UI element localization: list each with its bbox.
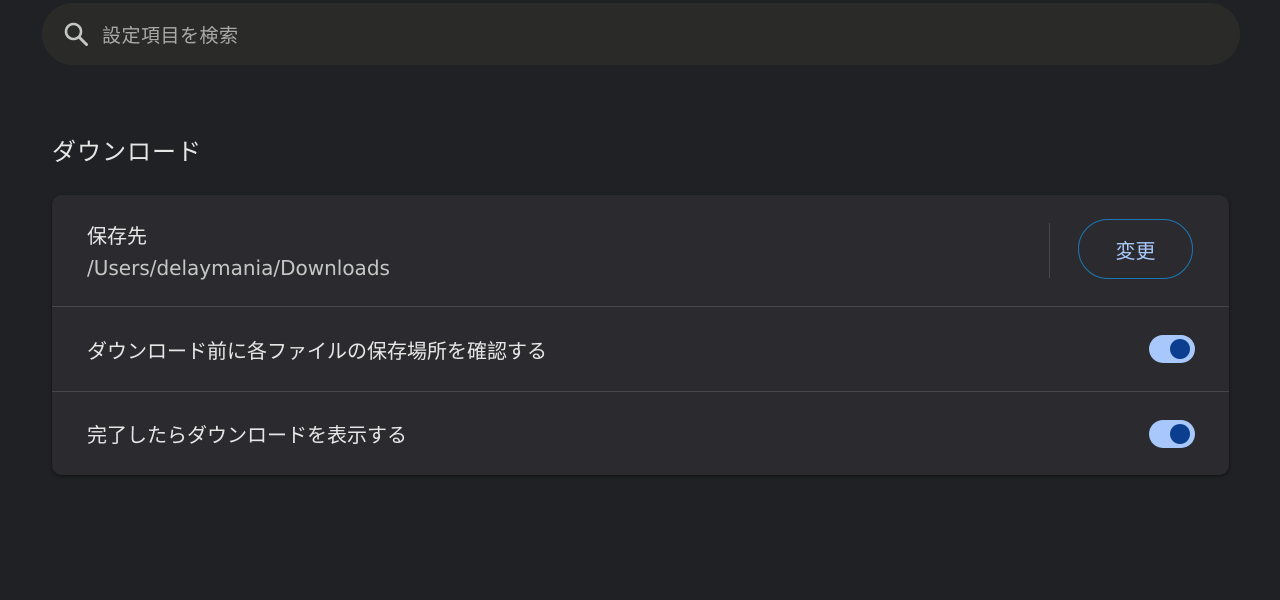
toggle-knob	[1170, 339, 1190, 359]
download-location-row: 保存先 /Users/delaymania/Downloads 変更	[52, 195, 1229, 306]
ask-location-label: ダウンロード前に各ファイルの保存場所を確認する	[87, 338, 547, 363]
ask-location-row[interactable]: ダウンロード前に各ファイルの保存場所を確認する	[52, 306, 1229, 391]
show-downloads-row[interactable]: 完了したらダウンロードを表示する	[52, 391, 1229, 475]
toggle-knob	[1170, 423, 1190, 444]
download-location-label: 保存先	[87, 224, 147, 248]
search-bar[interactable]: 設定項目を検索	[42, 3, 1240, 65]
vertical-divider	[1049, 223, 1050, 278]
search-icon	[62, 20, 90, 48]
ask-location-toggle[interactable]	[1149, 335, 1195, 363]
section-title: ダウンロード	[52, 138, 202, 166]
show-downloads-toggle[interactable]	[1149, 419, 1195, 448]
download-location-path: /Users/delaymania/Downloads	[87, 256, 390, 280]
settings-page: 設定項目を検索 ダウンロード 保存先 /Users/delaymania/Dow…	[0, 0, 1280, 600]
search-input[interactable]: 設定項目を検索	[102, 21, 239, 48]
show-downloads-label: 完了したらダウンロードを表示する	[87, 423, 407, 447]
change-location-button[interactable]: 変更	[1078, 219, 1193, 279]
downloads-card: 保存先 /Users/delaymania/Downloads 変更 ダウンロー…	[52, 195, 1229, 475]
